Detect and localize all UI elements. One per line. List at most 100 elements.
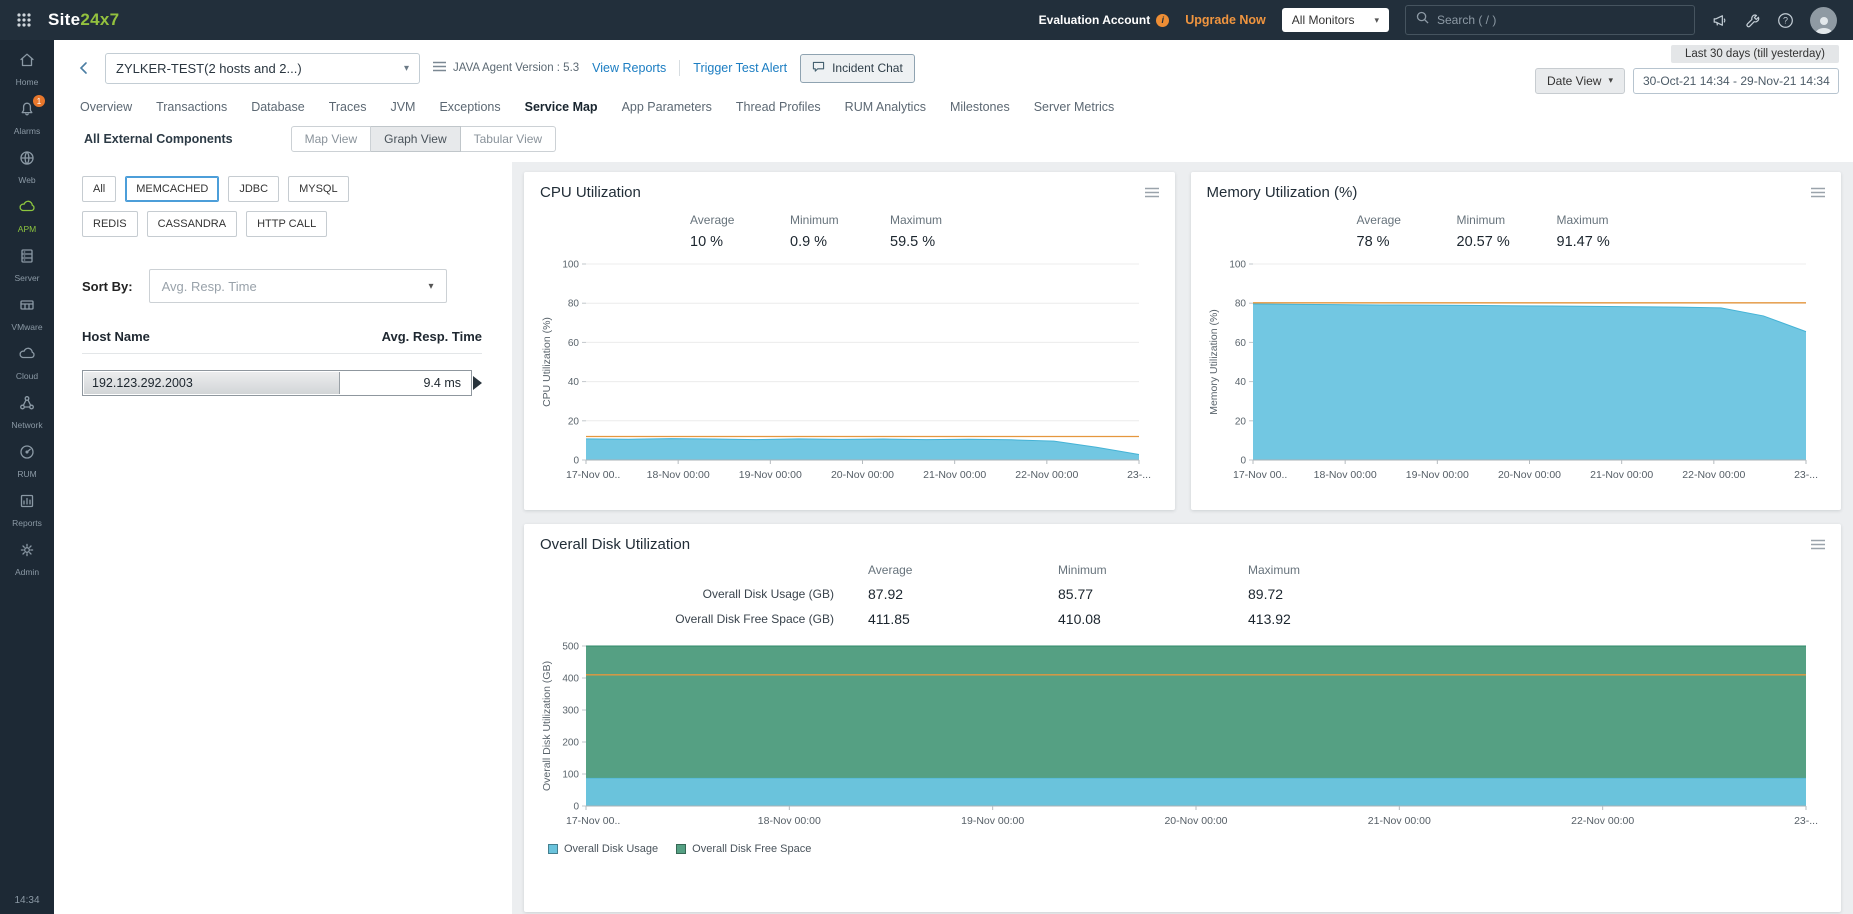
charts-area: CPU Utilization Average10 %Minimum0.9 %M… bbox=[512, 162, 1853, 914]
filter-mysql[interactable]: MYSQL bbox=[288, 176, 349, 202]
svg-text:60: 60 bbox=[568, 338, 580, 349]
tools-wrench-icon[interactable] bbox=[1744, 12, 1761, 29]
user-avatar[interactable] bbox=[1810, 7, 1837, 34]
sidebar-item-network[interactable]: Network bbox=[0, 387, 54, 436]
avg-resp-time-column: Avg. Resp. Time bbox=[382, 329, 482, 344]
host-table-header: Host Name Avg. Resp. Time bbox=[82, 329, 482, 354]
filter-jdbc[interactable]: JDBC bbox=[228, 176, 279, 202]
tab-database[interactable]: Database bbox=[251, 100, 305, 114]
tab-jvm[interactable]: JVM bbox=[390, 100, 415, 114]
search-input[interactable] bbox=[1437, 13, 1684, 27]
sidebar-item-cloud[interactable]: Cloud bbox=[0, 338, 54, 387]
application-selector[interactable]: ZYLKER-TEST(2 hosts and 2...) ▾ bbox=[105, 53, 420, 84]
search-box bbox=[1405, 5, 1695, 35]
filter-redis[interactable]: REDIS bbox=[82, 211, 138, 237]
tab-exceptions[interactable]: Exceptions bbox=[439, 100, 500, 114]
help-icon[interactable]: ? bbox=[1777, 12, 1794, 29]
chat-bubble-icon bbox=[812, 61, 825, 76]
memory-chart: 02040608010017-Nov 00..18-Nov 00:0019-No… bbox=[1207, 254, 1820, 486]
svg-text:19-Nov 00:00: 19-Nov 00:00 bbox=[961, 815, 1024, 827]
sidebar-item-rum[interactable]: RUM bbox=[0, 436, 54, 485]
sidebar-item-alarms[interactable]: Alarms1 bbox=[0, 93, 54, 142]
tab-service-map[interactable]: Service Map bbox=[525, 100, 598, 114]
tab-app-parameters[interactable]: App Parameters bbox=[622, 100, 712, 114]
tab-rum-analytics[interactable]: RUM Analytics bbox=[845, 100, 926, 114]
tab-milestones[interactable]: Milestones bbox=[950, 100, 1010, 114]
trigger-test-alert-link[interactable]: Trigger Test Alert bbox=[693, 61, 787, 75]
card-menu-icon[interactable] bbox=[1811, 187, 1825, 198]
view-reports-link[interactable]: View Reports bbox=[592, 61, 666, 75]
disk-utilization-card: Overall Disk Utilization AverageMinimumM… bbox=[524, 524, 1841, 912]
sidebar-item-apm[interactable]: APM bbox=[0, 191, 54, 240]
date-view-button[interactable]: Date View ▾ bbox=[1535, 68, 1625, 94]
view-toggle-map-view[interactable]: Map View bbox=[291, 126, 371, 152]
svg-text:22-Nov 00:00: 22-Nov 00:00 bbox=[1015, 469, 1078, 481]
view-toggle-group: Map ViewGraph ViewTabular View bbox=[291, 126, 556, 152]
card-menu-icon[interactable] bbox=[1145, 187, 1159, 198]
component-filters: All MEMCACHED JDBC MYSQL REDIS CASSANDRA HTTP … bbox=[82, 176, 392, 237]
svg-text:20-Nov 00:00: 20-Nov 00:00 bbox=[1164, 815, 1227, 827]
sidebar-item-label: Cloud bbox=[16, 371, 38, 381]
app-header: ZYLKER-TEST(2 hosts and 2...) ▾ JAVA Age… bbox=[54, 40, 1853, 96]
svg-text:17-Nov 00..: 17-Nov 00.. bbox=[566, 469, 620, 481]
apps-grid-icon[interactable] bbox=[16, 12, 32, 28]
tab-transactions[interactable]: Transactions bbox=[156, 100, 227, 114]
period-chip: Last 30 days (till yesterday) bbox=[1671, 45, 1839, 63]
web-icon bbox=[18, 149, 36, 172]
host-row[interactable]: 192.123.292.2003 9.4 ms bbox=[82, 370, 472, 396]
tab-traces[interactable]: Traces bbox=[329, 100, 367, 114]
svg-text:21-Nov 00:00: 21-Nov 00:00 bbox=[1368, 815, 1431, 827]
components-panel: All MEMCACHED JDBC MYSQL REDIS CASSANDRA HTTP … bbox=[54, 162, 512, 914]
svg-text:20-Nov 00:00: 20-Nov 00:00 bbox=[831, 469, 894, 481]
reports-icon bbox=[18, 492, 36, 515]
tab-overview[interactable]: Overview bbox=[80, 100, 132, 114]
sidebar-item-admin[interactable]: Admin bbox=[0, 534, 54, 583]
tab-thread-profiles[interactable]: Thread Profiles bbox=[736, 100, 821, 114]
upgrade-now-link[interactable]: Upgrade Now bbox=[1185, 13, 1266, 27]
sidebar-item-web[interactable]: Web bbox=[0, 142, 54, 191]
filter-all[interactable]: All bbox=[82, 176, 116, 202]
sidebar-item-label: APM bbox=[18, 224, 36, 234]
cpu-chart: 02040608010017-Nov 00..18-Nov 00:0019-No… bbox=[540, 254, 1153, 486]
memory-utilization-card: Memory Utilization (%) Average78 %Minimu… bbox=[1191, 172, 1842, 510]
disk-chart: 010020030040050017-Nov 00..18-Nov 00:001… bbox=[540, 636, 1820, 832]
sort-by-dropdown[interactable]: Avg. Resp. Time ▾ bbox=[149, 269, 447, 303]
subbar-title: All External Components bbox=[84, 132, 233, 146]
sidebar-item-reports[interactable]: Reports bbox=[0, 485, 54, 534]
incident-chat-button[interactable]: Incident Chat bbox=[800, 54, 915, 83]
sidebar-item-label: Home bbox=[16, 77, 39, 87]
svg-text:100: 100 bbox=[562, 260, 579, 271]
sidebar-item-label: Web bbox=[18, 175, 35, 185]
disk-stats-row: Overall Disk Free Space (GB)411.85410.08… bbox=[568, 611, 1825, 627]
evaluation-account-label: Evaluation Account i bbox=[1039, 13, 1170, 27]
back-arrow-icon[interactable] bbox=[76, 60, 92, 76]
svg-text:17-Nov 00..: 17-Nov 00.. bbox=[566, 815, 620, 827]
view-toggle-tabular-view[interactable]: Tabular View bbox=[461, 126, 556, 152]
svg-text:20: 20 bbox=[568, 416, 580, 427]
network-icon bbox=[18, 394, 36, 417]
view-toggle-graph-view[interactable]: Graph View bbox=[371, 126, 460, 152]
filter-memcached[interactable]: MEMCACHED bbox=[125, 176, 219, 202]
svg-text:200: 200 bbox=[562, 738, 579, 749]
svg-text:22-Nov 00:00: 22-Nov 00:00 bbox=[1682, 469, 1745, 481]
filter-http-call[interactable]: HTTP CALL bbox=[246, 211, 327, 237]
info-icon[interactable]: i bbox=[1156, 14, 1169, 27]
legend-swatch bbox=[548, 844, 558, 854]
announcements-icon[interactable] bbox=[1711, 12, 1728, 29]
site24x7-logo[interactable]: Site24x7 bbox=[48, 10, 119, 30]
sidebar-item-vmware[interactable]: VMware bbox=[0, 289, 54, 338]
sidebar-clock: 14:34 bbox=[14, 895, 39, 914]
sidebar-item-home[interactable]: Home bbox=[0, 44, 54, 93]
filter-cassandra[interactable]: CASSANDRA bbox=[147, 211, 237, 237]
stat-maximum: Maximum59.5 % bbox=[890, 213, 990, 250]
date-range-input[interactable]: 30-Oct-21 14:34 - 29-Nov-21 14:34 bbox=[1633, 68, 1839, 94]
svg-text:20-Nov 00:00: 20-Nov 00:00 bbox=[1497, 469, 1560, 481]
tab-server-metrics[interactable]: Server Metrics bbox=[1034, 100, 1115, 114]
svg-text:21-Nov 00:00: 21-Nov 00:00 bbox=[1590, 469, 1653, 481]
card-menu-icon[interactable] bbox=[1811, 539, 1825, 550]
legend-item-overall-disk-free-space: Overall Disk Free Space bbox=[676, 843, 811, 855]
all-monitors-dropdown[interactable]: All Monitors ▾ bbox=[1282, 8, 1389, 32]
legend-item-overall-disk-usage: Overall Disk Usage bbox=[548, 843, 658, 855]
sidebar-item-server[interactable]: Server bbox=[0, 240, 54, 289]
disk-stats-header: AverageMinimumMaximum bbox=[568, 563, 1825, 577]
